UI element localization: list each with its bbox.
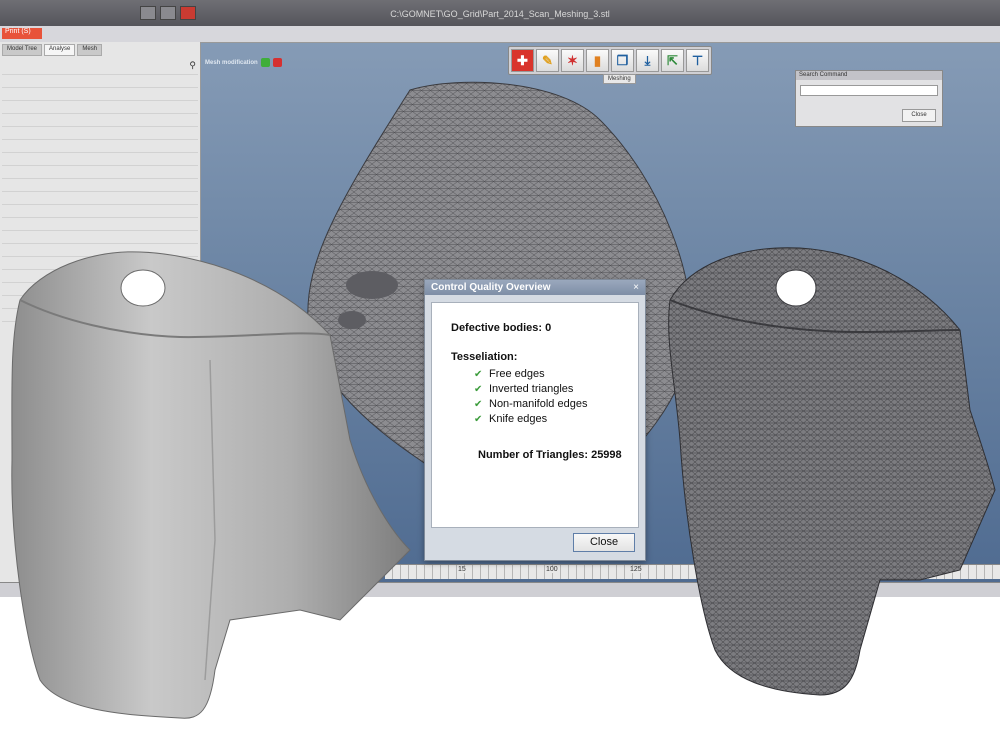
search-close-button[interactable]: Close	[902, 109, 936, 122]
search-command-title: Search Command	[796, 71, 942, 80]
side-tab-model-tree[interactable]: Model Tree	[2, 44, 43, 56]
ruler-tick-label: 125	[629, 566, 643, 573]
side-tabs: Model Tree Analyse Mesh	[0, 42, 200, 56]
ruler-tick-label: 100	[545, 566, 559, 573]
check-icon: ✔	[474, 399, 483, 410]
mesh-toolbar: ✚ ✎ ✶ ▮ ❐ ⤓ ⇱ ⊤	[508, 46, 712, 75]
side-tab-analyse[interactable]: Analyse	[44, 44, 76, 56]
tesselation-header: Tesseliation:	[451, 351, 518, 363]
side-tab-mesh[interactable]: Mesh	[77, 44, 103, 56]
list-item[interactable]	[2, 75, 198, 88]
list-item[interactable]	[2, 127, 198, 140]
bar-chart-icon[interactable]: ▮	[586, 49, 609, 72]
check-item: ✔ Free edges	[474, 368, 545, 380]
mesh-modification-title: Mesh modification	[205, 59, 258, 66]
check-icon: ✔	[474, 384, 483, 395]
wand-icon[interactable]: ✎	[536, 49, 559, 72]
list-item[interactable]	[2, 218, 198, 231]
pin-icon[interactable]: ⊤	[686, 49, 709, 72]
title-bar: C:\GOMNET\GO_Grid\Part_2014_Scan_Meshing…	[0, 0, 1000, 26]
right-mesh-part	[668, 247, 996, 696]
control-quality-dialog: Control Quality Overview × Defective bod…	[424, 279, 646, 561]
list-item[interactable]	[2, 153, 198, 166]
dialog-title: Control Quality Overview	[425, 280, 645, 295]
window-title: C:\GOMNET\GO_Grid\Part_2014_Scan_Meshing…	[390, 9, 610, 19]
close-x-icon[interactable]: ×	[633, 280, 639, 295]
sparkle-icon[interactable]: ✶	[561, 49, 584, 72]
check-icon: ✔	[474, 369, 483, 380]
menu-bar: Print (S)	[0, 26, 1000, 43]
list-item[interactable]	[2, 192, 198, 205]
toolbar-tag: Meshing	[603, 74, 636, 84]
check-item: ✔ Knife edges	[474, 413, 548, 425]
apply-check-icon[interactable]	[260, 58, 270, 67]
check-icon: ✔	[474, 414, 483, 425]
left-smooth-part	[11, 251, 411, 719]
ruler-tick-label: 15	[457, 566, 467, 573]
defective-bodies-label: Defective bodies: 0	[451, 322, 552, 334]
list-item[interactable]	[2, 88, 198, 101]
dialog-content: Defective bodies: 0 Tesseliation: ✔ Free …	[431, 302, 639, 528]
triangle-count-label: Number of Triangles: 25998	[478, 449, 622, 461]
add-red-cross-icon[interactable]: ✚	[511, 49, 534, 72]
download-icon[interactable]: ⤓	[636, 49, 659, 72]
list-item[interactable]	[2, 101, 198, 114]
file-tab[interactable]: Print (S)	[2, 28, 42, 39]
check-item: ✔ Inverted triangles	[474, 383, 574, 395]
export-icon[interactable]: ⇱	[661, 49, 684, 72]
list-item[interactable]	[2, 179, 198, 192]
copy-icon[interactable]: ❐	[611, 49, 634, 72]
list-item[interactable]	[2, 205, 198, 218]
list-item[interactable]	[2, 62, 198, 75]
mesh-modification-panel: Mesh modification	[205, 58, 325, 67]
close-button[interactable]: Close	[573, 533, 635, 552]
cancel-x-icon[interactable]	[272, 58, 282, 67]
list-item[interactable]	[2, 166, 198, 179]
tesselation-checklist: ✔ Free edges ✔ Inverted triangles ✔ Non-man…	[474, 367, 587, 427]
check-item: ✔ Non-manifold edges	[474, 398, 588, 410]
list-item[interactable]	[2, 140, 198, 153]
list-item[interactable]	[2, 114, 198, 127]
search-command-dialog: Search Command Close	[795, 70, 943, 127]
search-command-input[interactable]	[800, 85, 938, 96]
